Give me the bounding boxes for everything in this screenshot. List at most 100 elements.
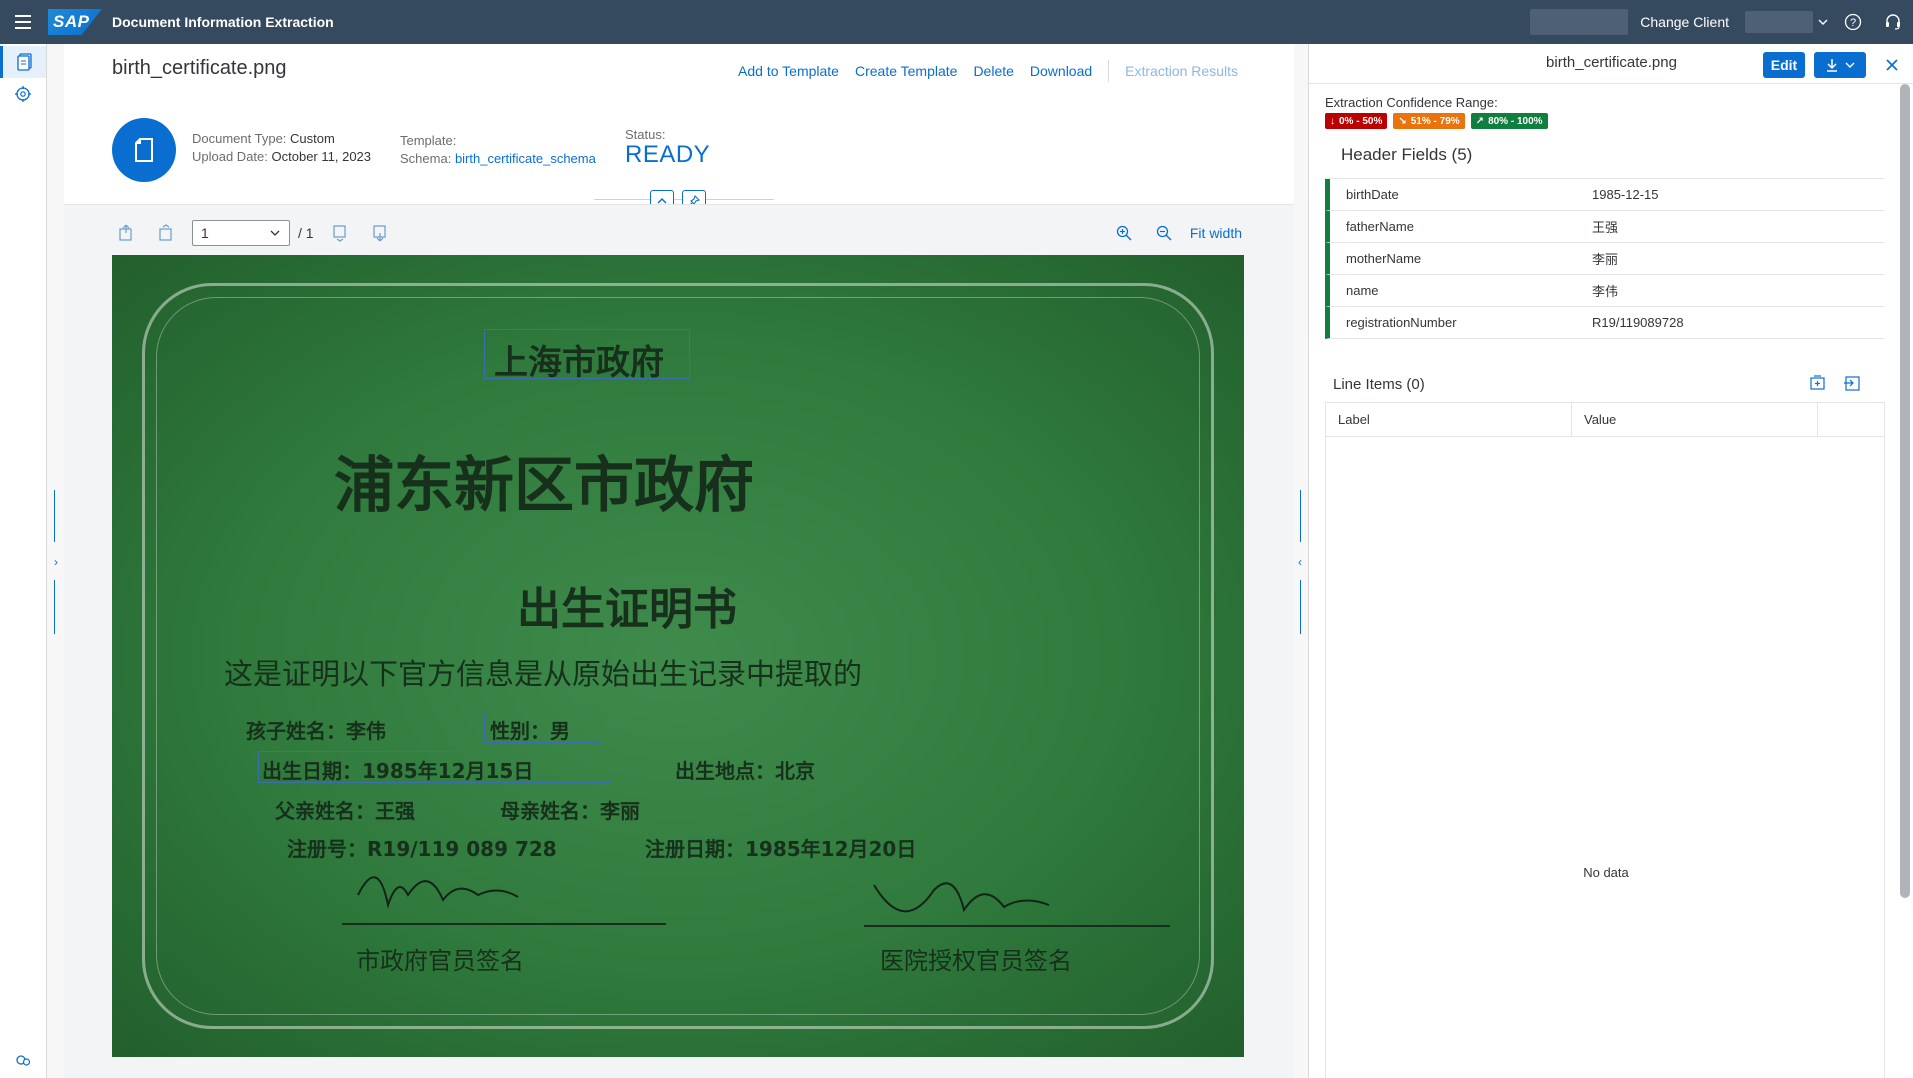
line-items-title: Line Items (0) (1333, 376, 1425, 393)
column-header-value[interactable]: Value (1572, 402, 1818, 437)
document-avatar (112, 118, 176, 182)
headset-support-icon[interactable] (1873, 0, 1913, 44)
documents-nav-icon[interactable] (0, 46, 46, 78)
cert-father-name: 父亲姓名：王强 (275, 799, 415, 823)
client-name-redacted (1530, 9, 1629, 35)
document-panel: birth_certificate.png Add to Template Cr… (64, 44, 1294, 1078)
doc-type-label: Document Type: (192, 131, 287, 146)
header-fields-title: Header Fields (5) (1341, 145, 1473, 164)
template-block: Template: Schema: birth_certificate_sche… (400, 132, 596, 168)
schema-label: Schema: (400, 151, 452, 166)
cert-birth-place: 出生地点：北京 (675, 759, 815, 783)
field-name: motherName (1346, 251, 1422, 266)
chevron-down-icon (1845, 62, 1855, 68)
insert-line-item-icon[interactable] (1843, 374, 1861, 395)
close-icon[interactable] (1879, 52, 1905, 78)
expand-left-pane-icon[interactable]: › (50, 552, 62, 572)
right-pane-divider-top (1300, 490, 1301, 542)
table-row[interactable]: motherName 李丽 (1325, 243, 1885, 275)
confidence-badge-medium: ↘ 51% - 79% (1393, 113, 1465, 129)
previous-page-icon[interactable] (152, 219, 180, 247)
results-header: birth_certificate.png Edit (1309, 44, 1913, 84)
create-template-link[interactable]: Create Template (855, 63, 957, 79)
change-client-button[interactable]: Change Client (1640, 14, 1729, 30)
left-navigation (0, 44, 47, 1078)
right-pane-divider-bottom (1300, 580, 1301, 634)
hamburger-menu-icon[interactable] (12, 11, 34, 33)
status-block: Status: READY (625, 126, 711, 168)
cert-reg-date: 注册日期：1985年12月20日 (645, 837, 917, 861)
collapse-right-pane-icon[interactable]: ‹ (1294, 552, 1306, 572)
document-type-block: Document Type: Custom Upload Date: Octob… (192, 130, 371, 166)
table-row[interactable]: registrationNumber R19/119089728 (1325, 307, 1885, 339)
add-line-item-icon[interactable] (1809, 374, 1827, 395)
left-signature (357, 876, 519, 909)
cert-line1: 上海市政府 (494, 343, 664, 383)
page-number-select[interactable]: 1 (192, 220, 290, 246)
download-link[interactable]: Download (1030, 63, 1092, 79)
column-header-label[interactable]: Label (1326, 402, 1572, 437)
zoom-in-icon[interactable] (1110, 219, 1138, 247)
document-icon (135, 138, 153, 162)
cert-child-name: 孩子姓名：李伟 (246, 719, 386, 743)
last-page-icon[interactable] (366, 219, 394, 247)
cert-line4: 这是证明以下官方信息是从原始出生记录中提取的 (224, 657, 863, 691)
extraction-results-link[interactable]: Extraction Results (1125, 63, 1238, 79)
page-number-value: 1 (201, 225, 209, 241)
field-value: 王强 (1592, 220, 1619, 235)
sap-logo: SAP (48, 9, 102, 35)
help-icon[interactable]: ? (1833, 0, 1873, 44)
column-header-actions (1818, 403, 1884, 437)
right-signature-line (864, 925, 1170, 927)
upload-date-value: October 11, 2023 (271, 149, 372, 164)
chevron-down-icon (270, 230, 280, 236)
chevron-down-icon[interactable] (1813, 0, 1833, 44)
page-total: / 1 (298, 225, 314, 241)
line-items-header: Label Value (1326, 402, 1884, 437)
cert-mother-name: 母亲姓名：李丽 (500, 799, 640, 823)
field-name: registrationNumber (1346, 315, 1457, 330)
download-menu-button[interactable] (1814, 52, 1866, 78)
field-name: fatherName (1346, 219, 1414, 234)
document-title: birth_certificate.png (112, 57, 287, 79)
left-signature-line (342, 923, 666, 925)
settings-nav-icon[interactable] (0, 1044, 46, 1076)
arrow-down-icon: ↓ (1330, 115, 1335, 127)
edit-button[interactable]: Edit (1763, 52, 1805, 78)
next-page-icon[interactable] (326, 219, 354, 247)
confidence-label: Extraction Confidence Range: (1325, 95, 1498, 110)
left-pane-divider-bottom (54, 580, 55, 634)
table-row[interactable]: name 李伟 (1325, 275, 1885, 307)
table-row[interactable]: birthDate 1985-12-15 (1325, 179, 1885, 211)
field-value: 李丽 (1592, 252, 1619, 267)
field-value: 李伟 (1592, 284, 1619, 299)
cert-sign-right: 医院授权官员签名 (880, 947, 1072, 975)
viewer-toolbar: 1 / 1 Fit width (112, 219, 1242, 247)
svg-text:?: ? (1850, 17, 1856, 29)
doc-type-value: Custom (290, 131, 335, 146)
client-selector[interactable] (1745, 11, 1813, 33)
upload-date-label: Upload Date: (192, 149, 268, 164)
document-viewer: 1 / 1 Fit width 上海市政府 浦东新区市政府 出生证明书 这是证明… (64, 204, 1294, 1078)
field-value: 1985-12-15 (1592, 187, 1659, 202)
line-items-toolbar (1809, 374, 1861, 395)
delete-link[interactable]: Delete (973, 63, 1013, 79)
field-name: name (1346, 283, 1379, 298)
document-actions: Add to Template Create Template Delete D… (722, 60, 1238, 82)
download-icon (1827, 59, 1837, 72)
zoom-out-icon[interactable] (1150, 219, 1178, 247)
fit-width-button[interactable]: Fit width (1190, 225, 1242, 241)
first-page-icon[interactable] (112, 219, 140, 247)
arrow-down-right-icon: ↘ (1398, 115, 1407, 127)
schema-link[interactable]: birth_certificate_schema (455, 151, 596, 166)
confidence-badge-high: ↗ 80% - 100% (1470, 113, 1548, 129)
actions-separator (1108, 60, 1110, 82)
add-to-template-link[interactable]: Add to Template (738, 63, 839, 79)
cert-line2: 浦东新区市政府 (334, 451, 754, 521)
schema-nav-icon[interactable] (0, 78, 46, 110)
header-fields-table: birthDate 1985-12-15 fatherName 王强 motherN… (1325, 178, 1885, 339)
table-row[interactable]: fatherName 王强 (1325, 211, 1885, 243)
confidence-badges: ↓ 0% - 50% ↘ 51% - 79% ↗ 80% - 100% (1325, 113, 1548, 129)
results-scrollbar[interactable] (1900, 84, 1910, 898)
status-value: READY (625, 141, 711, 168)
